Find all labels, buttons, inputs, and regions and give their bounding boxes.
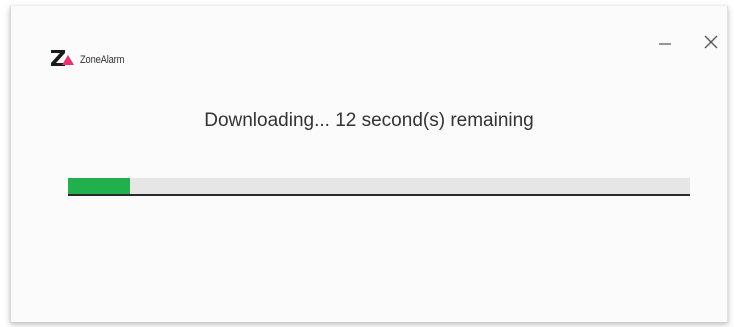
installer-window: ZoneAlarm Downloading... 12 second(s) re… xyxy=(10,6,728,323)
screen: ZoneAlarm Downloading... 12 second(s) re… xyxy=(0,0,734,327)
download-progress-bar xyxy=(68,178,690,196)
app-logo: ZoneAlarm xyxy=(50,48,132,68)
close-button[interactable] xyxy=(697,28,725,56)
zonealarm-logo-icon xyxy=(51,50,74,66)
minimize-icon xyxy=(659,43,671,45)
download-status-text: Downloading... 12 second(s) remaining xyxy=(204,110,534,131)
close-icon xyxy=(704,35,718,49)
download-progress-fill xyxy=(68,178,131,194)
app-name-label: ZoneAlarm xyxy=(80,53,125,66)
minimize-button[interactable] xyxy=(651,28,679,56)
